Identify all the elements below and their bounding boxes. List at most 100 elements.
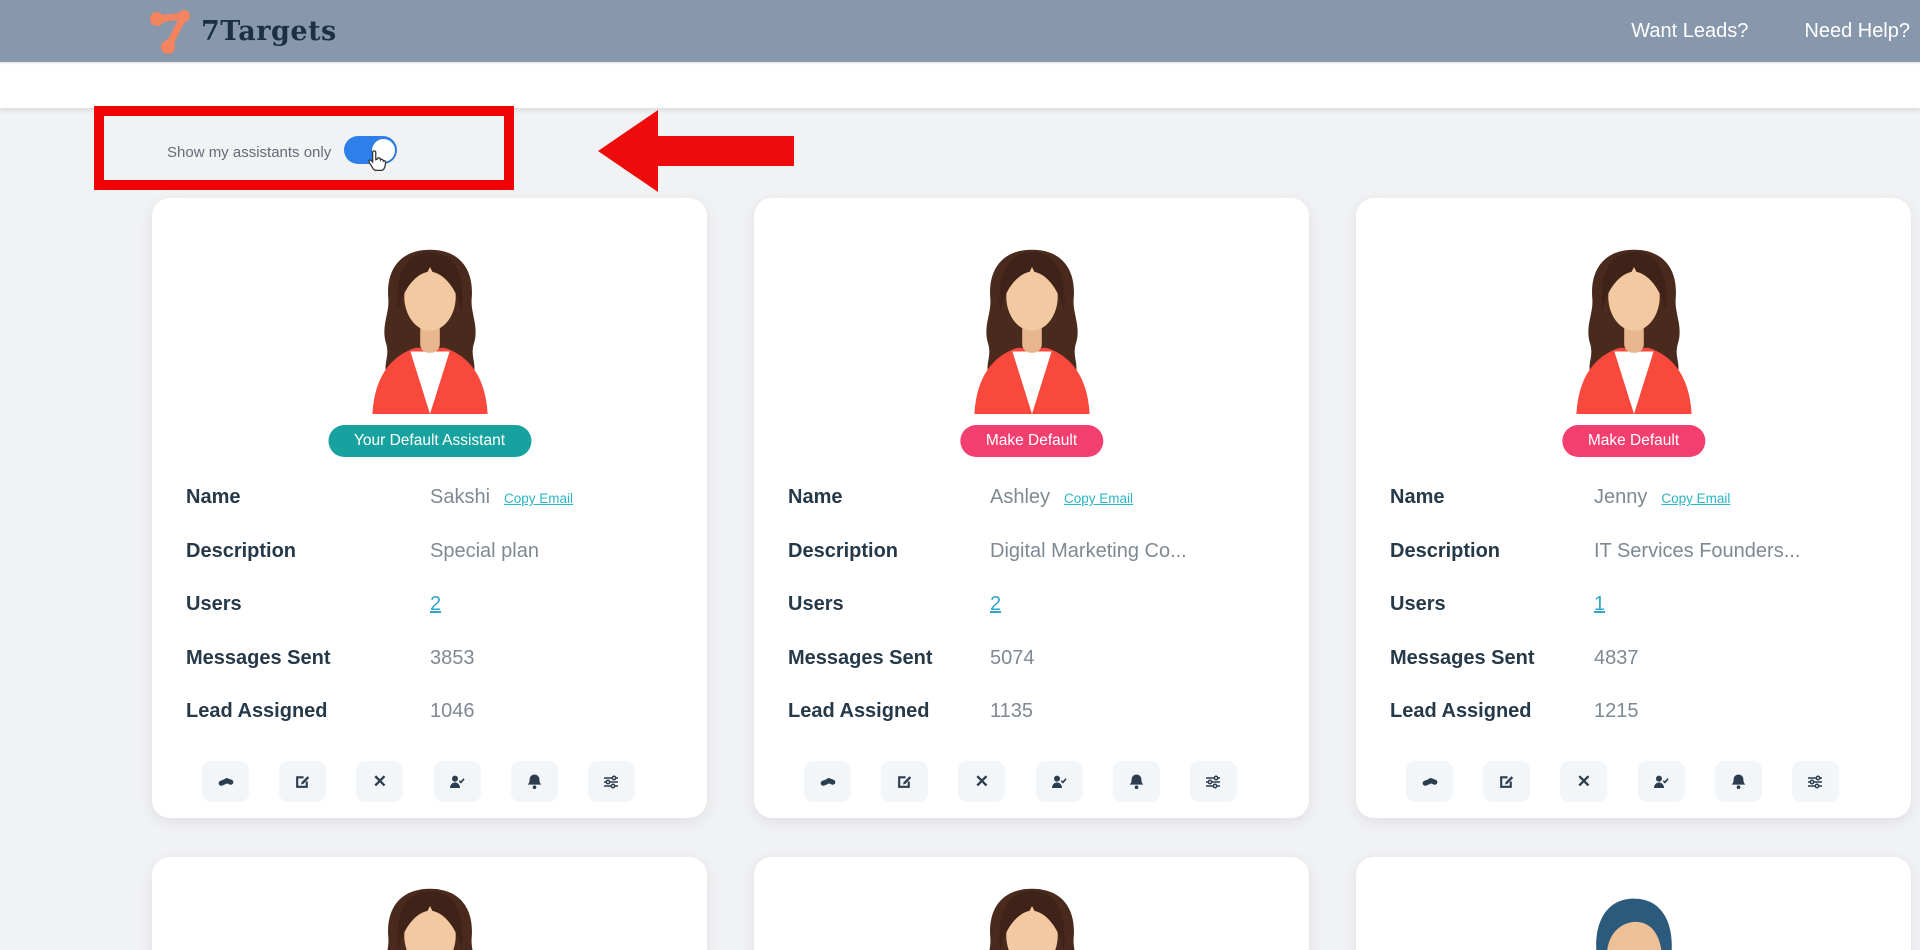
notifications-button[interactable] <box>511 761 558 802</box>
close-icon: ✕ <box>373 772 387 792</box>
show-my-assistants-toggle[interactable] <box>344 136 397 164</box>
edit-button[interactable] <box>1483 761 1530 802</box>
handshake-button[interactable] <box>804 761 851 802</box>
users-count-link[interactable]: 2 <box>430 593 441 616</box>
female-avatar-icon <box>345 879 515 950</box>
copy-email-link[interactable]: Copy Email <box>1064 491 1133 506</box>
arrow-head <box>598 110 658 192</box>
app-header: 7Targets Want Leads? Need Help? <box>0 0 1920 62</box>
assistant-card-partial <box>754 857 1309 950</box>
toolbar-strip <box>0 62 1920 108</box>
need-help-link[interactable]: Need Help? <box>1804 20 1910 43</box>
users-row: Users 1 <box>1390 578 1887 632</box>
sliders-icon <box>1204 774 1222 790</box>
brand-logo[interactable]: 7Targets <box>147 7 337 55</box>
lead-assigned-value: 1135 <box>990 700 1033 723</box>
bell-icon <box>526 773 543 790</box>
lead-assigned-row: Lead Assigned 1046 <box>186 685 683 739</box>
assistant-card: Make Default Name Jenny Copy Email Descr… <box>1356 198 1911 818</box>
assistant-avatar <box>947 240 1117 414</box>
edit-icon <box>294 773 311 790</box>
assign-user-icon <box>1652 774 1670 790</box>
lead-assigned-row: Lead Assigned 1215 <box>1390 685 1887 739</box>
show-my-assistants-label: Show my assistants only <box>167 144 331 161</box>
assistant-fields: Name Ashley Copy Email Description Digit… <box>788 471 1285 739</box>
delete-button[interactable]: ✕ <box>958 761 1005 802</box>
handshake-button[interactable] <box>202 761 249 802</box>
edit-button[interactable] <box>279 761 326 802</box>
name-row: Name Ashley Copy Email <box>788 471 1285 525</box>
header-nav: Want Leads? Need Help? <box>1631 20 1920 43</box>
description-label: Description <box>1390 540 1594 563</box>
handshake-button[interactable] <box>1406 761 1453 802</box>
settings-button[interactable] <box>1792 761 1839 802</box>
arrow-shaft <box>658 136 794 166</box>
female-avatar-icon <box>345 240 515 414</box>
toggle-knob <box>372 139 395 162</box>
messages-sent-value: 3853 <box>430 647 475 670</box>
lead-assigned-value: 1046 <box>430 700 475 723</box>
description-label: Description <box>788 540 990 563</box>
close-icon: ✕ <box>1577 772 1591 792</box>
delete-button[interactable]: ✕ <box>356 761 403 802</box>
assistant-avatar <box>1549 879 1719 950</box>
brand-name: 7Targets <box>201 16 337 47</box>
assistant-description: Special plan <box>430 540 539 563</box>
assistant-fields: Name Sakshi Copy Email Description Speci… <box>186 471 683 739</box>
card-actions: ✕ <box>202 761 635 802</box>
lead-assigned-label: Lead Assigned <box>186 700 430 723</box>
assign-user-button[interactable] <box>1638 761 1685 802</box>
name-label: Name <box>1390 486 1594 509</box>
assistant-name: Sakshi <box>430 486 490 509</box>
lead-assigned-row: Lead Assigned 1135 <box>788 685 1285 739</box>
make-default-button[interactable]: Make Default <box>960 425 1103 457</box>
lead-assigned-label: Lead Assigned <box>1390 700 1594 723</box>
male-avatar-icon <box>1549 879 1719 950</box>
settings-button[interactable] <box>588 761 635 802</box>
make-default-button[interactable]: Make Default <box>1562 425 1705 457</box>
messages-sent-value: 5074 <box>990 647 1035 670</box>
settings-button[interactable] <box>1190 761 1237 802</box>
assign-user-button[interactable] <box>434 761 481 802</box>
assistant-avatar <box>947 879 1117 950</box>
lead-assigned-label: Lead Assigned <box>788 700 990 723</box>
notifications-button[interactable] <box>1113 761 1160 802</box>
lead-assigned-value: 1215 <box>1594 700 1639 723</box>
name-row: Name Sakshi Copy Email <box>186 471 683 525</box>
want-leads-link[interactable]: Want Leads? <box>1631 20 1748 43</box>
edit-button[interactable] <box>881 761 928 802</box>
users-count-link[interactable]: 1 <box>1594 593 1605 616</box>
users-row: Users 2 <box>186 578 683 632</box>
annotation-arrow-icon <box>598 110 794 192</box>
notifications-button[interactable] <box>1715 761 1762 802</box>
assign-user-button[interactable] <box>1036 761 1083 802</box>
description-row: Description Special plan <box>186 525 683 579</box>
assistant-card-partial <box>152 857 707 950</box>
users-row: Users 2 <box>788 578 1285 632</box>
card-actions: ✕ <box>1406 761 1839 802</box>
description-row: Description IT Services Founders... <box>1390 525 1887 579</box>
delete-button[interactable]: ✕ <box>1560 761 1607 802</box>
sliders-icon <box>602 774 620 790</box>
users-label: Users <box>1390 593 1594 616</box>
users-count-link[interactable]: 2 <box>990 593 1001 616</box>
copy-email-link[interactable]: Copy Email <box>504 491 573 506</box>
assistant-name: Ashley <box>990 486 1050 509</box>
users-label: Users <box>186 593 430 616</box>
assistant-description: IT Services Founders... <box>1594 540 1800 563</box>
description-label: Description <box>186 540 430 563</box>
name-row: Name Jenny Copy Email <box>1390 471 1887 525</box>
handshake-icon <box>217 774 235 790</box>
assistant-avatar <box>345 240 515 414</box>
assistant-card: Make Default Name Ashley Copy Email Desc… <box>754 198 1309 818</box>
assistant-avatar <box>345 879 515 950</box>
copy-email-link[interactable]: Copy Email <box>1661 491 1730 506</box>
edit-icon <box>896 773 913 790</box>
messages-sent-label: Messages Sent <box>1390 647 1594 670</box>
card-actions: ✕ <box>804 761 1237 802</box>
messages-sent-label: Messages Sent <box>186 647 430 670</box>
female-avatar-icon <box>947 240 1117 414</box>
seven-dots-logo-icon <box>147 7 195 55</box>
users-label: Users <box>788 593 990 616</box>
assign-user-icon <box>448 774 466 790</box>
